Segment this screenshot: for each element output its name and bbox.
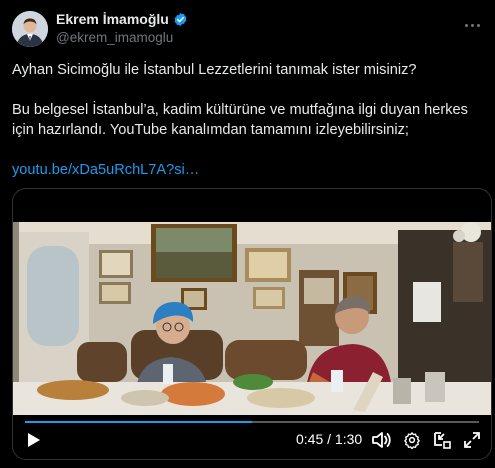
- progress-fill: [25, 421, 252, 423]
- author-name-row[interactable]: Ekrem İmamoğlu: [56, 11, 188, 28]
- more-options-icon[interactable]: [461, 14, 483, 36]
- tweet-text-line1: Ayhan Sicimoğlu ile İstanbul Lezzetlerin…: [12, 62, 417, 78]
- tweet-header: Ekrem İmamoğlu @ekrem_imamoglu: [12, 10, 483, 48]
- author-display-name[interactable]: Ekrem İmamoğlu: [56, 11, 169, 28]
- volume-icon[interactable]: [370, 429, 392, 451]
- tweet-link[interactable]: youtu.be/xDa5uRchL7A?si…: [12, 160, 199, 180]
- video-controls: 0:45 / 1:30: [13, 415, 491, 459]
- author-handle[interactable]: @ekrem_imamoglu: [56, 29, 188, 47]
- avatar[interactable]: [12, 11, 48, 47]
- video-player[interactable]: 0:45 / 1:30: [12, 188, 492, 460]
- tweet-text-line2: Bu belgesel İstanbul’a, kadim kültürüne …: [12, 102, 468, 138]
- video-frame[interactable]: [13, 222, 491, 415]
- progress-bar[interactable]: [25, 421, 479, 423]
- pip-icon[interactable]: [431, 429, 453, 451]
- settings-icon[interactable]: [401, 429, 423, 451]
- fullscreen-icon[interactable]: [461, 429, 483, 451]
- time-display: 0:45 / 1:30: [296, 431, 363, 447]
- play-icon[interactable]: [23, 429, 45, 451]
- verified-badge-icon: [173, 12, 188, 27]
